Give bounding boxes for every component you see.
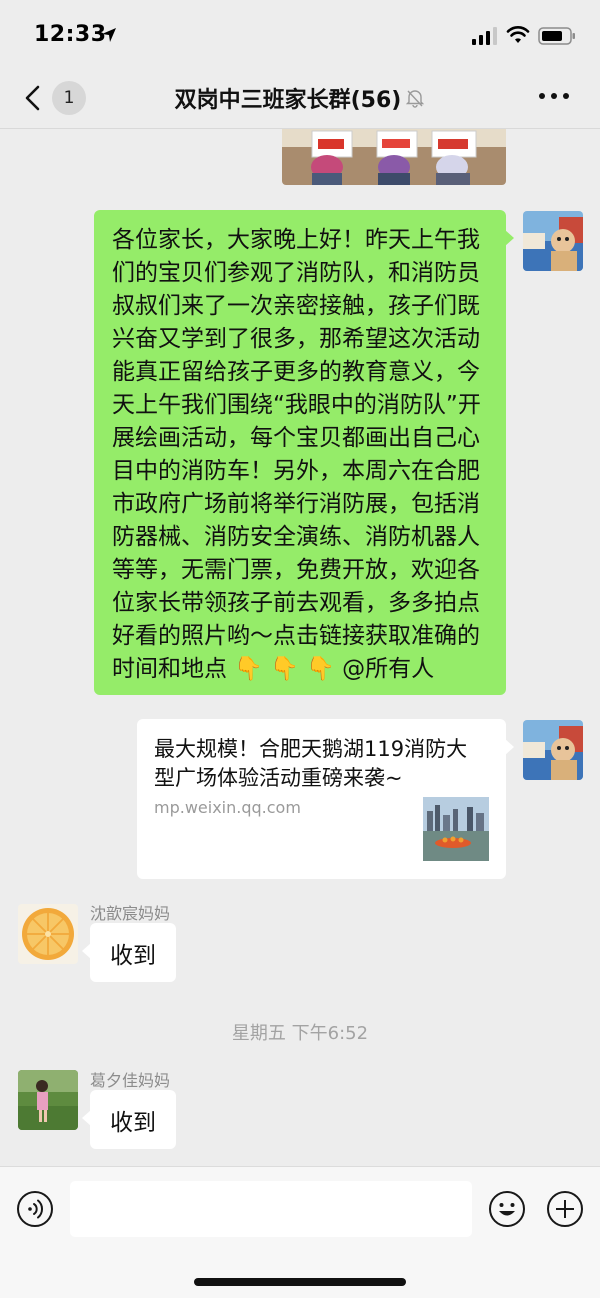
sender-avatar-girl[interactable] [18,1070,78,1130]
signal-icon [472,27,497,45]
reply-text-2: 收到 [110,1109,156,1136]
link-card[interactable]: 最大规模！合肥天鹅湖119消防大型广场体验活动重磅来袭~ mp.weixin.q… [137,719,514,879]
self-avatar-2[interactable] [523,720,583,780]
reply-text-1: 收到 [110,942,156,969]
emoji-icon[interactable] [488,1190,526,1228]
link-title: 最大规模！合肥天鹅湖119消防大型广场体验活动重磅来袭~ [154,737,468,790]
message-input[interactable] [70,1181,472,1237]
mute-bell-icon [406,90,425,108]
announcement-bubble[interactable]: 各位家长，大家晚上好！昨天上午我们的宝贝们参观了消防队，和消防员叔叔们来了一次亲… [94,210,514,695]
chat-title-wrap[interactable]: 双岗中三班家长群(56) [150,82,450,114]
back-button[interactable]: 1 [22,78,92,118]
sender-name-1: 沈歆宸妈妈 [90,904,171,923]
home-indicator [194,1278,406,1286]
battery-icon [538,27,575,45]
announcement-text: 各位家长，大家晚上好！昨天上午我们的宝贝们参观了消防队，和消防员叔叔们来了一次亲… [112,227,481,682]
more-dots-icon[interactable] [536,86,572,106]
chat-title: 双岗中三班家长群(56) [174,88,402,113]
status-time: 12:33 [34,22,107,47]
location-arrow-icon [102,28,116,42]
self-avatar[interactable] [523,211,583,271]
time-separator: 星期五 下午6:52 [231,1023,369,1044]
plus-icon[interactable] [546,1190,584,1228]
voice-icon[interactable] [16,1190,54,1228]
sender-name-2: 葛夕佳妈妈 [90,1071,171,1090]
reply-bubble-1[interactable]: 收到 [82,923,176,982]
photo-message-kids-drawings[interactable] [282,129,506,185]
link-source: mp.weixin.qq.com [154,798,301,817]
wifi-icon [506,26,530,43]
sender-avatar-orange[interactable] [18,904,78,964]
back-chevron-icon [25,85,40,111]
reply-bubble-2[interactable]: 收到 [82,1090,176,1149]
link-thumbnail [423,797,489,861]
unread-count-badge: 1 [52,81,86,115]
